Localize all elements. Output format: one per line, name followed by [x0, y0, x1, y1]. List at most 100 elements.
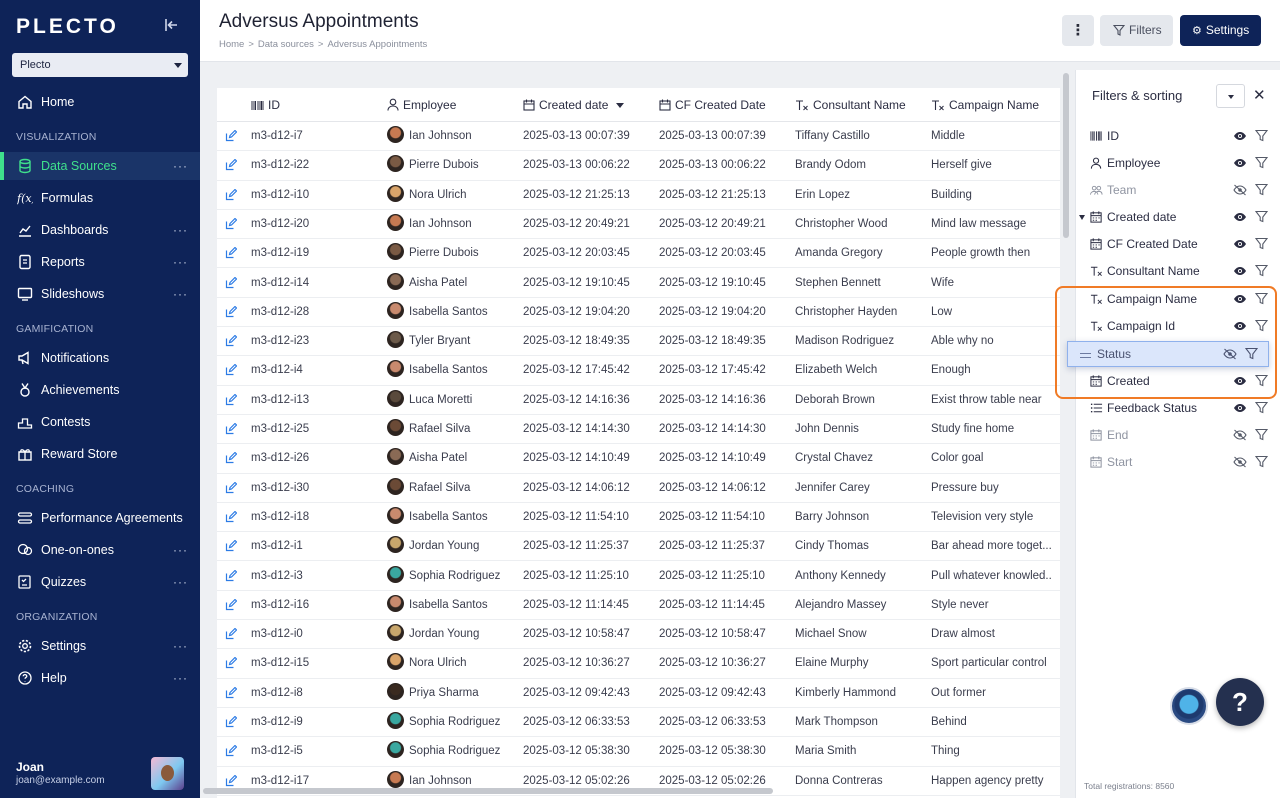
table-row[interactable]: m3-d12-i30 Rafael Silva 2025-03-12 14:06:1… [217, 474, 1060, 503]
column-header-created-date[interactable]: Created date [523, 88, 625, 122]
edit-icon[interactable] [225, 159, 237, 171]
nav-dashboards[interactable]: Dashboards ··· [0, 216, 200, 244]
table-row[interactable]: m3-d12-i8 Priya Sharma 2025-03-12 09:42:43… [217, 679, 1060, 708]
settings-button[interactable]: ⚙ Settings [1180, 15, 1261, 46]
panel-field-start[interactable]: Start [1076, 449, 1280, 476]
nav-one-on-ones[interactable]: One-on-ones ··· [0, 536, 200, 564]
nav-contests[interactable]: Contests [0, 408, 200, 436]
panel-field-team[interactable]: Team [1076, 177, 1280, 204]
table-row[interactable]: m3-d12-i25 Rafael Silva 2025-03-12 14:14:3… [217, 415, 1060, 445]
table-row[interactable]: m3-d12-i14 Aisha Patel 2025-03-12 19:10:45… [217, 269, 1060, 298]
eye-icon[interactable] [1233, 238, 1247, 250]
nav-data-sources[interactable]: Data Sources ··· [0, 152, 200, 180]
edit-icon[interactable] [225, 657, 237, 669]
more-icon[interactable]: ··· [173, 536, 188, 564]
edit-icon[interactable] [225, 130, 237, 142]
org-select[interactable]: Plecto [12, 53, 188, 77]
table-row[interactable]: m3-d12-i4 Isabella Santos 2025-03-12 17:45… [217, 356, 1060, 386]
nav-slideshows[interactable]: Slideshows ··· [0, 280, 200, 308]
edit-icon[interactable] [225, 481, 237, 494]
more-icon[interactable]: ··· [173, 632, 188, 660]
panel-field-consultant-name[interactable]: Consultant Name [1076, 258, 1280, 285]
filter-icon[interactable] [1255, 210, 1268, 223]
more-icon[interactable]: ··· [173, 216, 188, 244]
eye-icon[interactable] [1233, 265, 1247, 277]
edit-icon[interactable] [225, 628, 237, 640]
close-icon[interactable]: ✕ [1253, 86, 1266, 104]
panel-field-created-date[interactable]: Created date [1076, 204, 1280, 231]
filter-icon[interactable] [1255, 264, 1268, 277]
panel-field-end[interactable]: End [1076, 422, 1280, 449]
breadcrumb-data-sources[interactable]: Data sources [258, 39, 314, 50]
table-row[interactable]: m3-d12-i0 Jordan Young 2025-03-12 10:58:47… [217, 620, 1060, 650]
nav-formulas[interactable]: f(x) Formulas [0, 184, 200, 212]
eye-icon[interactable] [1233, 130, 1247, 142]
table-row[interactable]: m3-d12-i28 Isabella Santos 2025-03-12 19:0… [217, 298, 1060, 328]
panel-field-id[interactable]: ID [1076, 123, 1280, 150]
help-button[interactable]: ? [1216, 678, 1264, 726]
edit-icon[interactable] [225, 598, 237, 611]
filter-icon[interactable] [1255, 237, 1268, 250]
filter-icon[interactable] [1255, 156, 1268, 169]
edit-icon[interactable] [225, 745, 237, 757]
table-row[interactable]: m3-d12-i19 Pierre Dubois 2025-03-12 20:03:… [217, 239, 1060, 269]
table-row[interactable]: m3-d12-i3 Sophia Rodriguez 2025-03-12 11:2… [217, 562, 1060, 591]
table-row[interactable]: m3-d12-i15 Nora Ulrich 2025-03-12 10:36:27… [217, 649, 1060, 679]
nav-home[interactable]: Home [0, 88, 200, 116]
collapse-sidebar-icon[interactable] [163, 17, 181, 35]
breadcrumb-home[interactable]: Home [219, 39, 244, 50]
nav-achievements[interactable]: Achievements [0, 376, 200, 404]
edit-icon[interactable] [225, 774, 237, 787]
more-options-button[interactable]: ⋮ [1062, 15, 1094, 46]
filter-icon[interactable] [1255, 401, 1268, 414]
filter-icon[interactable] [1255, 455, 1268, 468]
sort-indicator-icon[interactable] [1079, 215, 1085, 220]
eye-off-icon[interactable] [1233, 456, 1247, 468]
edit-icon[interactable] [225, 305, 237, 318]
column-header-id[interactable]: ID [251, 88, 280, 122]
panel-field-employee[interactable]: Employee [1076, 150, 1280, 177]
nav-reports[interactable]: Reports ··· [0, 248, 200, 276]
edit-icon[interactable] [225, 364, 237, 376]
table-row[interactable]: m3-d12-i7 Ian Johnson 2025-03-13 00:07:39 2… [217, 122, 1060, 152]
edit-icon[interactable] [225, 247, 237, 259]
eye-off-icon[interactable] [1233, 429, 1247, 441]
table-row[interactable]: m3-d12-i23 Tyler Bryant 2025-03-12 18:49:3… [217, 327, 1060, 357]
table-row[interactable]: m3-d12-i9 Sophia Rodriguez 2025-03-12 06:3… [217, 708, 1060, 738]
edit-icon[interactable] [225, 217, 237, 230]
table-row[interactable]: m3-d12-i5 Sophia Rodriguez 2025-03-12 05:3… [217, 737, 1060, 767]
column-header-campaign-name[interactable]: Campaign Name [931, 88, 1039, 122]
nav-settings[interactable]: Settings ··· [0, 632, 200, 660]
filter-icon[interactable] [1255, 428, 1268, 441]
eye-icon[interactable] [1233, 211, 1247, 223]
more-icon[interactable]: ··· [173, 152, 188, 180]
table-row[interactable]: m3-d12-i18 Isabella Santos 2025-03-12 11:5… [217, 503, 1060, 533]
assistant-bot-avatar[interactable] [1170, 687, 1208, 725]
more-icon[interactable]: ··· [173, 280, 188, 308]
panel-field-cf-created-date[interactable]: CF Created Date [1076, 231, 1280, 258]
vertical-scrollbar[interactable] [1063, 73, 1069, 238]
filters-button[interactable]: Filters [1100, 15, 1173, 46]
nav-reward-store[interactable]: Reward Store [0, 440, 200, 468]
eye-icon[interactable] [1233, 402, 1247, 414]
table-row[interactable]: m3-d12-i22 Pierre Dubois 2025-03-13 00:06:… [217, 151, 1060, 181]
edit-icon[interactable] [225, 393, 237, 406]
column-header-cf-created-date[interactable]: CF Created Date [659, 88, 766, 122]
edit-icon[interactable] [225, 276, 237, 289]
edit-icon[interactable] [225, 569, 237, 582]
column-header-employee[interactable]: Employee [387, 88, 456, 122]
avatar[interactable] [151, 757, 184, 790]
edit-icon[interactable] [225, 335, 237, 347]
table-row[interactable]: m3-d12-i20 Ian Johnson 2025-03-12 20:49:21… [217, 210, 1060, 240]
table-row[interactable]: m3-d12-i1 Jordan Young 2025-03-12 11:25:37… [217, 532, 1060, 562]
edit-icon[interactable] [225, 716, 237, 728]
panel-field-feedback-status[interactable]: Feedback Status [1076, 395, 1280, 422]
edit-icon[interactable] [225, 686, 237, 699]
nav-performance-agreements[interactable]: Performance Agreements [0, 504, 200, 532]
more-icon[interactable]: ··· [173, 568, 188, 596]
filter-icon[interactable] [1255, 183, 1268, 196]
plecto-logo[interactable]: PLECTO [16, 15, 119, 39]
edit-icon[interactable] [225, 188, 237, 201]
eye-off-icon[interactable] [1233, 184, 1247, 196]
edit-icon[interactable] [225, 510, 237, 523]
